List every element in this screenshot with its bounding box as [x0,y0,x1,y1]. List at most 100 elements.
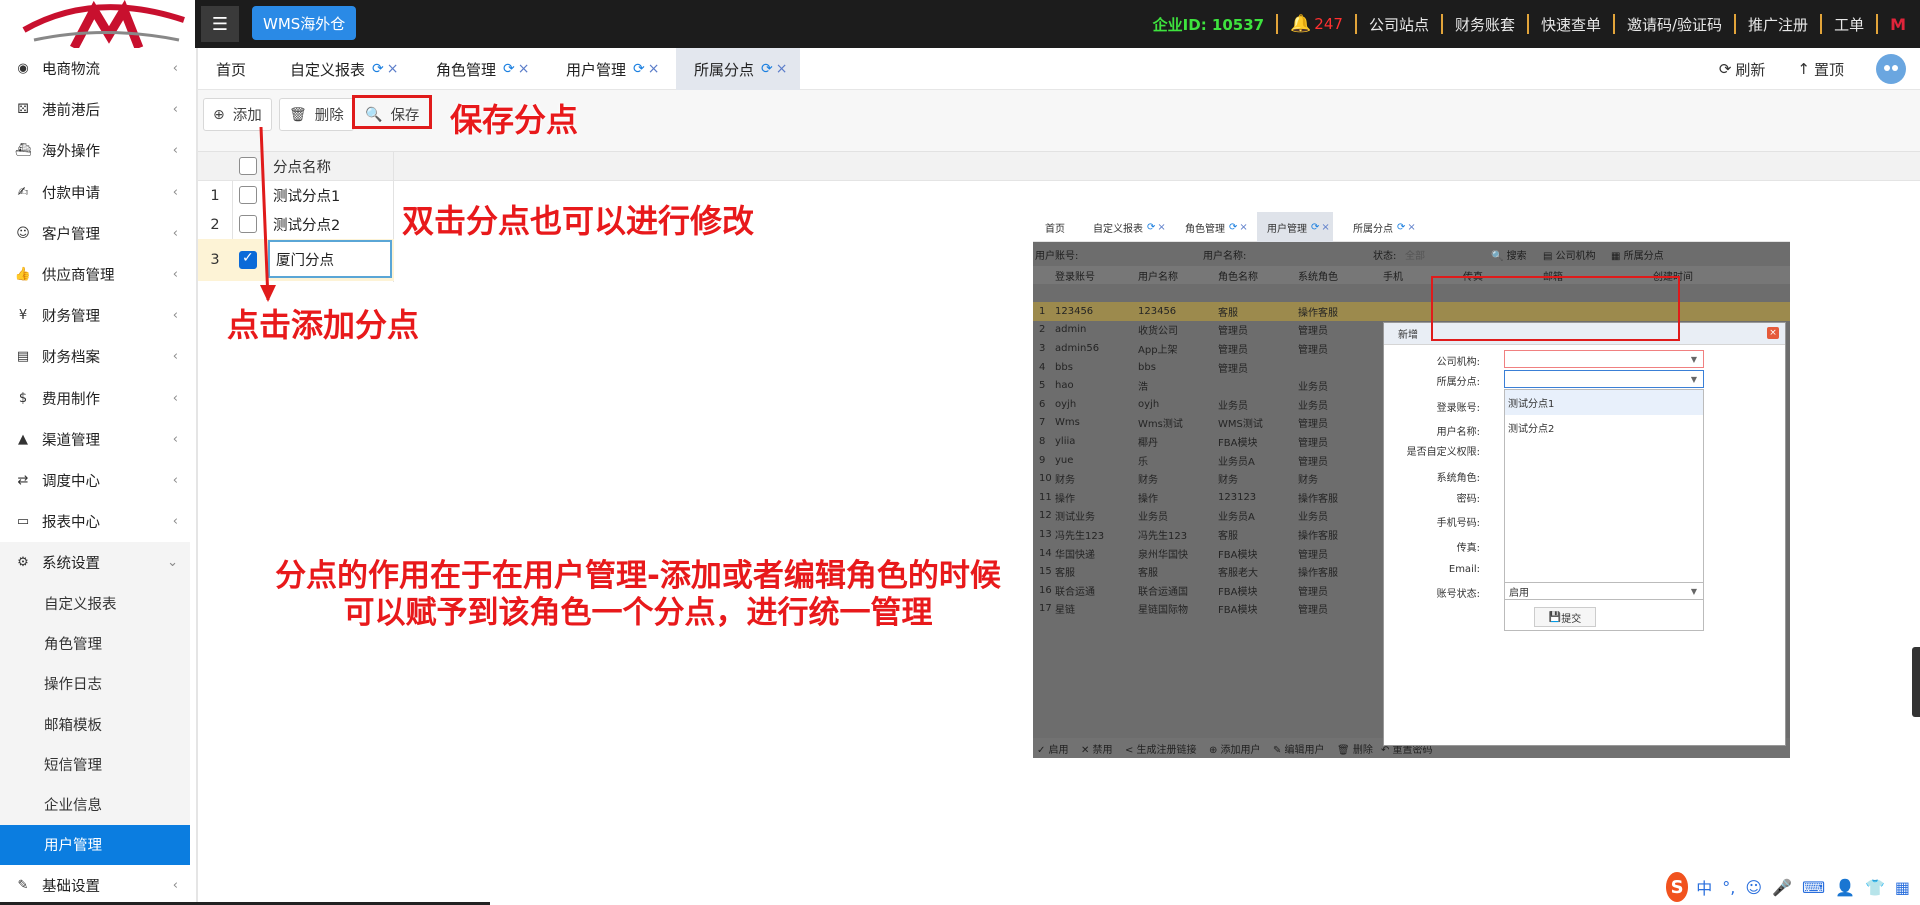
sidebar-sub-company-info[interactable]: 企业信息 [0,784,190,825]
grid-icon[interactable]: ▦ [1895,878,1910,897]
annotation-purpose: 分点的作用在于在用户管理-添加或者编辑角色的时候 可以赋予到该角色一个分点，进行… [248,558,1028,632]
brand-button[interactable]: WMS海外仓 [252,6,357,40]
tab-user-management[interactable]: 用户管理 ⟳ × [566,48,659,90]
tab-label: 角色管理 [436,60,497,79]
branch-name-cell[interactable]: 测试分点1 [273,181,340,210]
side-panel-handle[interactable] [1912,647,1920,717]
sidebar-sub-sms[interactable]: 短信管理 [0,744,190,785]
sidebar-item-reports[interactable]: ▭ 报表中心 ‹ [0,501,190,542]
embed-cell: 3 [1039,342,1046,354]
tab-role-management[interactable]: 角色管理 ⟳ × [436,48,529,90]
tab-home[interactable]: 首页 [216,48,246,90]
sidebar-item-payment[interactable]: ✍ 付款申请 ‹ [0,172,190,213]
sidebar-item-ecommerce[interactable]: ◉ 电商物流 ‹ [0,48,190,89]
embed-cell: FBA模块 [1218,549,1258,561]
chevron-left-icon: ‹ [172,390,178,406]
tab-branch[interactable]: 所属分点 ⟳ × [676,48,800,90]
sidebar-item-suppliers[interactable]: 👍 供应商管理 ‹ [0,254,190,295]
sidebar-item-overseas[interactable]: ⛴ 海外操作 ‹ [0,130,190,171]
embed-search-label: 搜索 [1506,250,1527,262]
embed-col: 系统角色 [1298,271,1338,283]
embed-cell: WMS测试 [1218,419,1263,431]
embed-branch-option: 测试分点2 [1508,424,1555,435]
refresh-button[interactable]: ⟳ 刷新 [1719,59,1766,80]
tab-custom-report[interactable]: 自定义报表 ⟳ × [290,48,398,90]
refresh-icon[interactable]: ⟳ [633,61,645,77]
close-icon[interactable]: × [387,61,399,77]
close-icon[interactable]: × [648,61,660,77]
microphone-icon[interactable]: 🎤 [1772,878,1792,897]
refresh-icon[interactable]: ⟳ [503,61,515,77]
sidebar-item-fees[interactable]: $ 费用制作 ‹ [0,378,190,419]
sidebar-sub-custom-report[interactable]: 自定义报表 [0,583,190,624]
select-all-checkbox[interactable] [239,157,257,175]
embed-cell: yue [1055,454,1074,466]
row-checkbox[interactable] [239,215,257,233]
table-row[interactable]: 1 测试分点1 [198,181,394,210]
close-icon[interactable]: × [518,61,530,77]
sidebar-item-port[interactable]: ⚄ 港前港后 ‹ [0,89,190,130]
sidebar-item-basic-settings[interactable]: ✎ 基础设置 ‹ [0,865,190,905]
edit-icon: ✎ [17,877,29,893]
brand-m-icon[interactable]: M [1890,15,1906,34]
embed-cell: bbs [1055,361,1073,373]
sidebar-item-dispatch[interactable]: ⇄ 调度中心 ‹ [0,460,190,501]
user-icon[interactable]: 👤 [1835,878,1855,897]
annotation-dblclick: 双击分点也可以进行修改 [402,202,755,240]
refresh-icon[interactable]: ⟳ [372,61,384,77]
nav-finance-accounts[interactable]: 财务账套 [1455,14,1515,35]
avatar[interactable] [1876,54,1906,84]
separator [1354,14,1357,34]
sidebar-sub-email-template[interactable]: 邮箱模板 [0,704,190,745]
sidebar-item-finance[interactable]: ¥ 财务管理 ‹ [0,295,190,336]
emoji-icon[interactable]: ☺ [1745,878,1762,897]
sidebar-sub-operation-log[interactable]: 操作日志 [0,663,190,704]
notification-count[interactable]: 247 [1314,15,1343,33]
table-row[interactable]: 2 测试分点2 [198,210,394,239]
sidebar-item-system-settings[interactable]: ⚙ 系统设置 ⌄ [0,542,190,584]
embed-footer-button: < 生成注册链接 [1125,744,1197,756]
sidebar-item-channels[interactable]: ▲ 渠道管理 ‹ [0,419,190,460]
add-button[interactable]: ⊕ 添加 [203,98,272,131]
keyboard-icon[interactable]: ⌨ [1802,878,1825,897]
sidebar-sub-role-management[interactable]: 角色管理 [0,623,190,664]
close-icon[interactable]: × [776,61,788,77]
refresh-icon[interactable]: ⟳ [761,61,773,77]
embed-cell: 业务员 [1298,512,1328,524]
sidebar-item-label: 财务档案 [42,350,100,367]
nav-work-order[interactable]: 工单 [1834,14,1864,35]
nav-promo-register[interactable]: 推广注册 [1748,14,1808,35]
branch-name-edit-input[interactable]: 厦门分点 [268,240,392,278]
nav-quick-lookup[interactable]: 快速查单 [1541,14,1601,35]
sidebar-item-customers[interactable]: ☺ 客户管理 ‹ [0,213,190,254]
bell-icon[interactable]: 🔔 [1290,14,1311,34]
chevron-left-icon: ‹ [172,472,178,488]
pin-top-button[interactable]: ↑ 置顶 [1797,59,1844,80]
column-header-branch-name[interactable]: 分点名称 [273,152,331,181]
punctuation-icon[interactable]: °, [1722,878,1735,897]
embed-cell: 4 [1039,361,1046,373]
embed-cell: 操作客服 [1298,493,1338,505]
annotation-purpose-line2: 可以赋予到该角色一个分点，进行统一管理 [343,595,933,631]
row-checkbox[interactable] [239,186,257,204]
embed-cell: 浩 [1138,382,1148,394]
branch-name-cell[interactable]: 测试分点2 [273,210,340,239]
shirt-icon[interactable]: 👕 [1865,878,1885,897]
nav-company-site[interactable]: 公司站点 [1369,14,1429,35]
row-checkbox[interactable] [239,250,257,269]
file-text-icon: ▭ [16,514,30,530]
separator [1276,14,1279,34]
retweet-icon: ⇄ [17,472,29,488]
embed-cell: 管理员 [1298,437,1328,449]
annotation-save: 保存分点 [450,101,579,139]
ime-language[interactable]: 中 [1696,875,1712,899]
sogou-icon[interactable]: S [1666,872,1689,902]
menu-toggle-button[interactable]: ☰ [201,6,239,42]
sidebar-sub-user-management[interactable]: 用户管理 [0,824,190,865]
nav-invite-code[interactable]: 邀请码/验证码 [1627,14,1722,35]
embed-submit-button: 💾 提交 [1534,607,1596,627]
sidebar-item-finance-archive[interactable]: ▤ 财务档案 ‹ [0,336,190,377]
separator [1734,14,1737,34]
embed-branch-option: 测试分点1 [1505,390,1703,415]
delete-button[interactable]: 🗑 删除 [279,98,354,131]
